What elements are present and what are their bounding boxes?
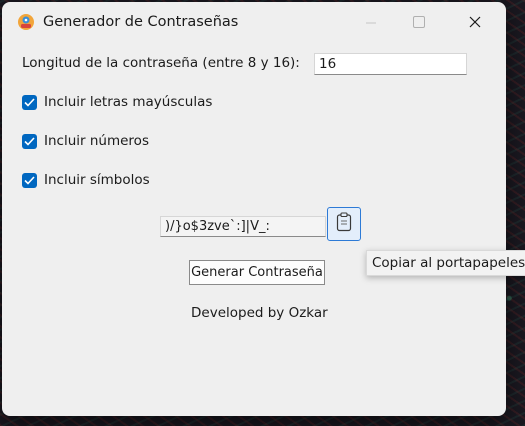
numbers-label: Incluir números [44, 133, 149, 149]
close-icon [469, 13, 481, 32]
maximize-icon [413, 16, 425, 28]
checkmark-icon [24, 97, 35, 107]
minimize-icon [366, 13, 376, 32]
length-label: Longitud de la contraseña (entre 8 y 16)… [22, 55, 300, 71]
app-window: Generador de Contraseñas Longitud de la … [2, 2, 506, 416]
minimize-button[interactable] [346, 2, 396, 42]
numbers-checkbox[interactable] [22, 133, 37, 149]
password-output[interactable]: )/}o$3zve`:]|V_: [160, 216, 326, 237]
length-input[interactable] [314, 53, 467, 75]
uppercase-label: Incluir letras mayúsculas [44, 94, 213, 110]
checkmark-icon [24, 136, 35, 146]
generate-password-button[interactable]: Generar Contraseña [189, 260, 325, 285]
numbers-option[interactable]: Incluir números [22, 133, 149, 149]
maximize-button[interactable] [394, 2, 444, 42]
app-logo-icon [17, 13, 35, 31]
developer-credit: Developed by Ozkar [191, 305, 328, 321]
symbols-option[interactable]: Incluir símbolos [22, 172, 150, 188]
symbols-label: Incluir símbolos [44, 172, 150, 188]
clipboard-icon [335, 212, 353, 236]
close-button[interactable] [450, 2, 500, 42]
symbols-checkbox[interactable] [22, 172, 37, 188]
uppercase-option[interactable]: Incluir letras mayúsculas [22, 94, 212, 110]
copy-button[interactable] [327, 207, 361, 241]
checkmark-icon [24, 175, 35, 185]
copy-tooltip: Copiar al portapapeles [366, 250, 525, 276]
uppercase-checkbox[interactable] [22, 94, 37, 110]
title-bar[interactable]: Generador de Contraseñas [2, 2, 506, 42]
window-title: Generador de Contraseñas [43, 14, 239, 30]
